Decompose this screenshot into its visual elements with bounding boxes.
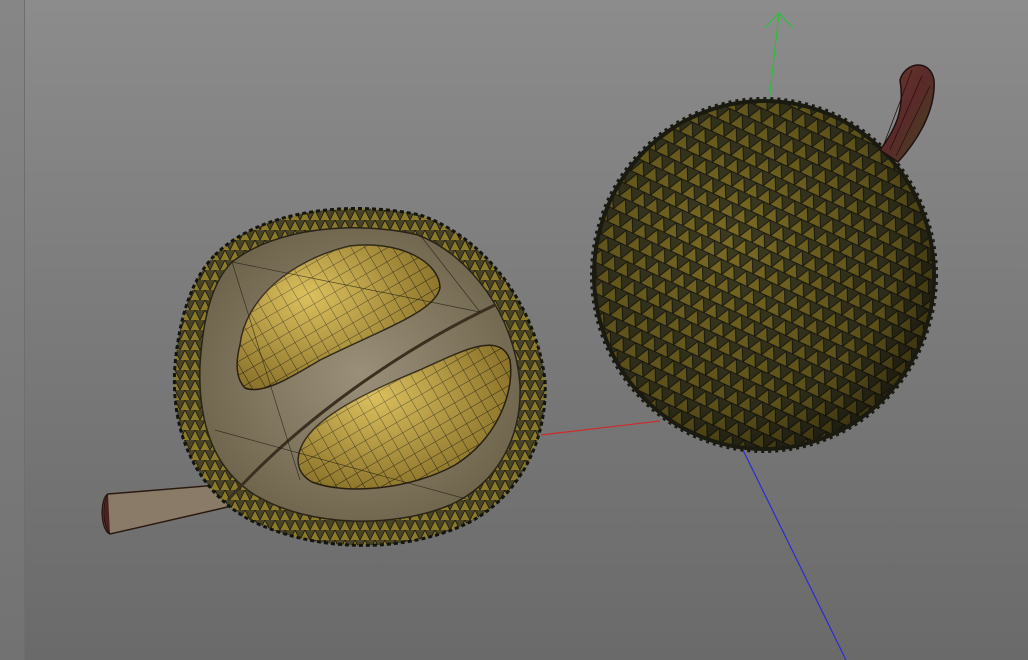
durian-stem (878, 64, 935, 163)
y-axis-line (767, 13, 780, 111)
open-durian-mesh[interactable] (101, 207, 547, 547)
3d-viewport[interactable] (0, 0, 1028, 660)
x-axis-line (540, 420, 661, 436)
z-axis-line (741, 447, 847, 660)
scene-canvas[interactable] (0, 0, 1028, 660)
whole-durian-mesh[interactable] (590, 64, 938, 453)
